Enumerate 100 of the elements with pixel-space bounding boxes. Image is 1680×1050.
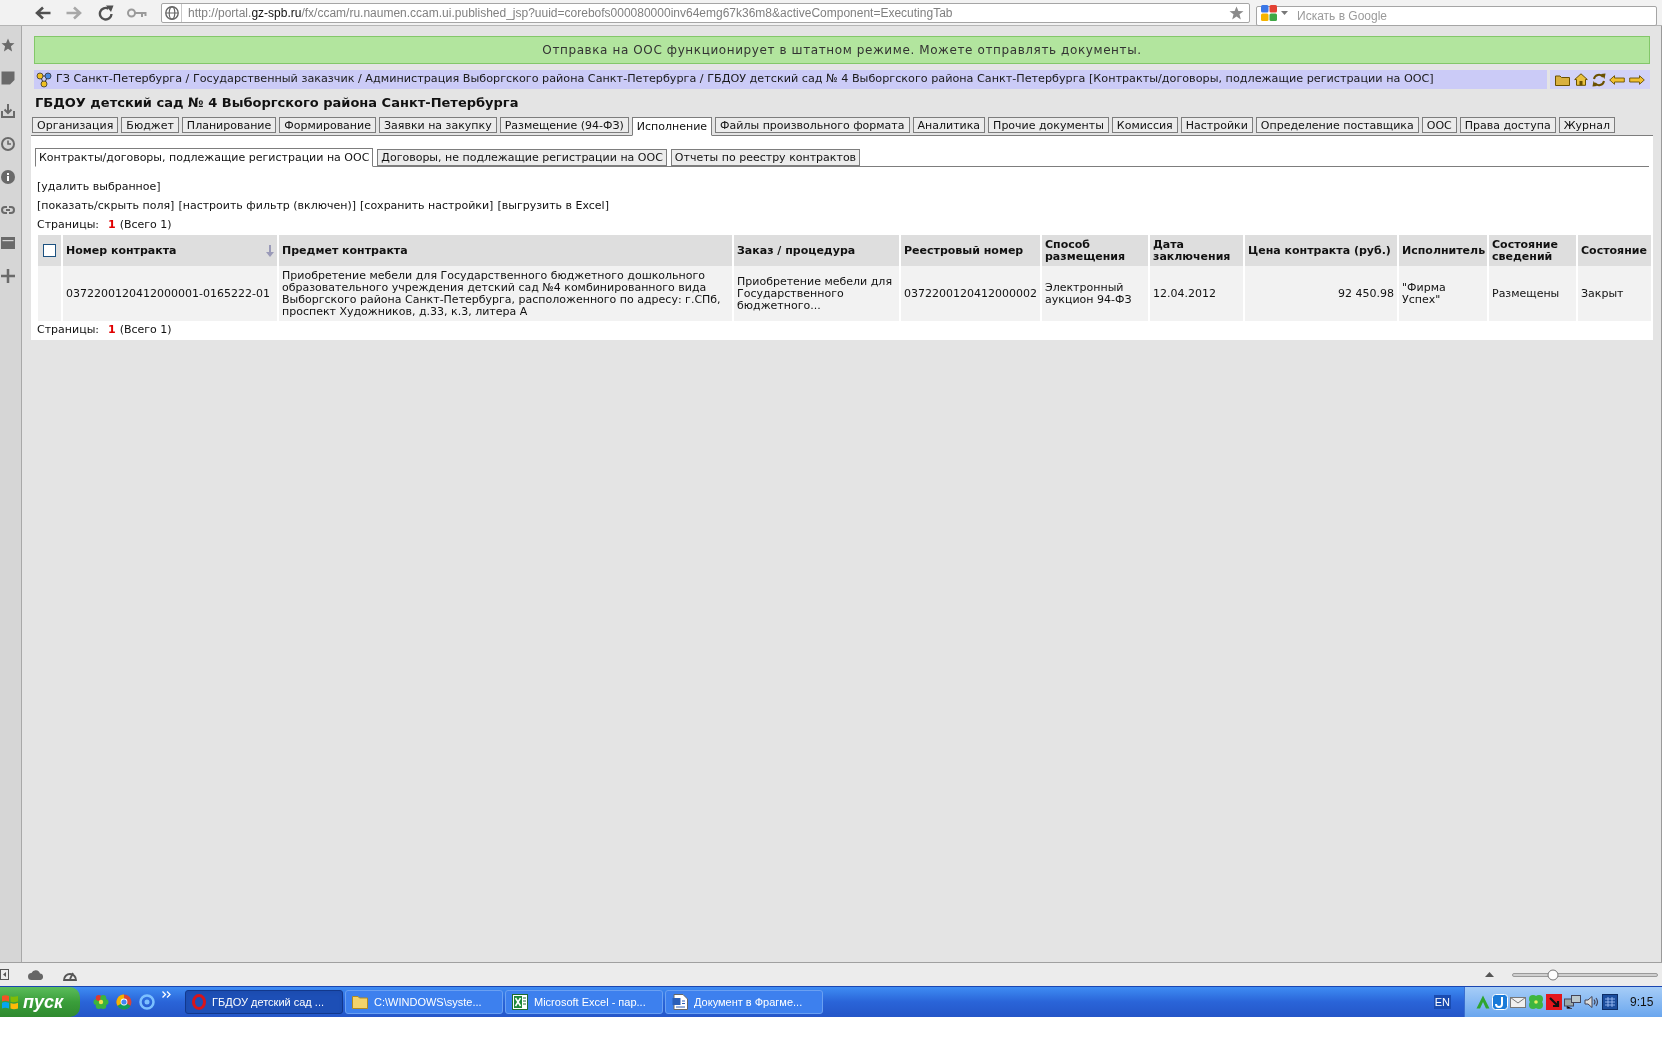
plus-icon[interactable]	[1, 268, 15, 283]
arrow-left-icon[interactable]	[1609, 74, 1626, 85]
folder-icon[interactable]	[1555, 73, 1570, 86]
checkbox[interactable]	[43, 244, 56, 257]
network-icon[interactable]	[1564, 995, 1582, 1009]
slider-thumb[interactable]	[1547, 969, 1559, 980]
status-banner: Отправка на ООС функционирует в штатном режиме. Можете отправлять документы.	[34, 36, 1650, 64]
column-header[interactable]: Способ размещения	[1041, 235, 1149, 266]
tab[interactable]: Журнал	[1558, 117, 1615, 133]
taskbar-button[interactable]: ГБДОУ детский сад ...	[185, 990, 343, 1014]
table-cell: Приобретение мебели для Государственного бюджетного...	[733, 266, 900, 321]
globe-icon	[164, 5, 179, 20]
page-link[interactable]: 1	[108, 322, 116, 339]
address-field[interactable]: http://portal.gz-spb.ru/fx/ccam/ru.naumen.ccam.ui.published_jsp?uuid=corebofs000080000inv64emg67k36m8&activeComponent=ExecutingTab	[161, 2, 1250, 23]
column-header[interactable]: Исполнитель	[1398, 235, 1488, 266]
tab[interactable]: Аналитика	[912, 117, 986, 133]
arrow-right-icon[interactable]	[1629, 74, 1645, 85]
pager-label: Страницы:	[37, 217, 100, 234]
taskbar-button[interactable]: Microsoft Excel - пар...	[505, 990, 663, 1014]
app-tile-icon[interactable]	[1492, 994, 1508, 1010]
star-icon[interactable]	[1229, 5, 1244, 20]
arrow-tile-icon[interactable]	[1546, 994, 1562, 1010]
note-icon[interactable]	[1, 70, 15, 85]
tab[interactable]: Планирование	[181, 117, 277, 133]
segmented-ring-icon[interactable]	[116, 994, 132, 1010]
tab[interactable]: Файлы произвольного формата	[715, 117, 910, 133]
spreadsheet-icon	[512, 994, 528, 1010]
tab[interactable]: Исполнение	[631, 117, 713, 136]
window-icon[interactable]	[1, 236, 15, 249]
tree-icon	[36, 71, 52, 88]
action-link[interactable]: [показать/скрыть поля]	[37, 198, 175, 215]
pager-label: Страницы:	[37, 322, 100, 339]
zoom-slider[interactable]	[1512, 972, 1658, 977]
table-cell: "Фирма Успех"	[1398, 266, 1488, 321]
language-indicator[interactable]: EN	[1433, 995, 1451, 1009]
subtab[interactable]: Отчеты по реестру контрактов	[670, 149, 861, 166]
column-header[interactable]: Дата заключения	[1149, 235, 1244, 266]
link-icon[interactable]	[1, 205, 15, 214]
column-header[interactable]: Цена контракта (руб.)	[1244, 235, 1398, 266]
ring-icon[interactable]	[139, 994, 155, 1010]
action-link[interactable]: [настроить фильтр (включен)]	[178, 198, 357, 215]
table-cell: Приобретение мебели для Государственного бюджетного дошкольного образовательного учреждения детский сад №4 комбинированного вида Выборгского района Санкт-Петербурга, расположенного по адресу: г.СПб, проспект Художников, д.33, к.3, литера А	[278, 266, 733, 321]
page-link[interactable]: 1	[108, 217, 116, 234]
envelope-icon[interactable]	[1510, 996, 1526, 1008]
tab[interactable]: Права доступа	[1459, 117, 1556, 133]
download-icon[interactable]	[1, 103, 15, 118]
speaker-icon[interactable]	[1584, 995, 1600, 1009]
ring-icon	[192, 994, 206, 1010]
tab[interactable]: Комиссия	[1111, 117, 1178, 133]
cloud-icon[interactable]	[28, 969, 44, 980]
color-squares-icon[interactable]	[1261, 4, 1277, 21]
reload-icon[interactable]	[98, 4, 114, 21]
chevron-icon[interactable]	[162, 991, 171, 998]
table-cell: 0372200120412000001-0165222-01	[62, 266, 278, 321]
tab[interactable]: Прочие документы	[988, 117, 1109, 133]
search-field[interactable]: Искать в Google	[1256, 5, 1657, 26]
grid-tile-icon[interactable]	[1602, 994, 1618, 1010]
column-header[interactable]: Заказ / процедура	[733, 235, 900, 266]
clock: 9:15	[1630, 994, 1654, 1011]
column-header[interactable]: Номер контракта	[62, 235, 278, 266]
table-cell: Электронный аукцион 94-ФЗ	[1041, 266, 1149, 321]
tab[interactable]: Бюджет	[121, 117, 179, 133]
triangle-up-icon[interactable]	[1485, 972, 1494, 977]
info-icon[interactable]	[1, 169, 15, 184]
start-button[interactable]: пуск	[0, 987, 80, 1017]
tab[interactable]: Определение поставщика	[1255, 117, 1419, 133]
table-cell: Размещены	[1488, 266, 1577, 321]
action-link[interactable]: [выгрузить в Excel]	[497, 198, 609, 215]
back-icon[interactable]	[35, 5, 51, 20]
column-header[interactable]: Состояние	[1577, 235, 1652, 266]
column-header[interactable]: Реестровый номер	[900, 235, 1041, 266]
action-link[interactable]: [сохранить настройки]	[360, 198, 494, 215]
windows-logo-icon	[1, 994, 19, 1010]
column-header[interactable]: Состояние сведений	[1488, 235, 1577, 266]
taskbar-button[interactable]: C:\WINDOWS\syste...	[345, 990, 503, 1014]
tab[interactable]: Размещение (94-ФЗ)	[499, 117, 629, 133]
subtab[interactable]: Контракты/договоры, подлежащие регистрации на ООС	[35, 148, 374, 167]
home-icon[interactable]	[1573, 73, 1588, 86]
folder-icon	[352, 995, 368, 1009]
key-icon[interactable]	[127, 7, 147, 18]
action-link[interactable]: [удалить выбранное]	[37, 179, 161, 196]
subtab[interactable]: Договоры, не подлежащие регистрации на ООС	[377, 149, 667, 166]
table-cell: 92 450.98	[1244, 266, 1398, 321]
tab[interactable]: Организация	[32, 117, 119, 133]
tab[interactable]: Заявки на закупку	[379, 117, 497, 133]
tab[interactable]: ООС	[1421, 117, 1457, 133]
table-cell: 0372200120412000002	[900, 266, 1041, 321]
tab[interactable]: Формирование	[279, 117, 376, 133]
star-icon[interactable]	[1, 37, 15, 52]
column-header[interactable]: Предмет контракта	[278, 235, 733, 266]
taskbar-button[interactable]: Документ в Фрагме...	[665, 990, 823, 1014]
caret-icon[interactable]	[1281, 10, 1288, 15]
clock-icon[interactable]	[1, 136, 15, 151]
document-icon	[672, 994, 688, 1010]
refresh-icon[interactable]	[1591, 72, 1606, 87]
table-cell: Закрыт	[1577, 266, 1652, 321]
flower-icon[interactable]	[93, 994, 109, 1010]
panel-toggle-icon[interactable]	[0, 969, 9, 980]
page-total: (Всего 1)	[119, 322, 172, 339]
tab[interactable]: Настройки	[1180, 117, 1253, 133]
